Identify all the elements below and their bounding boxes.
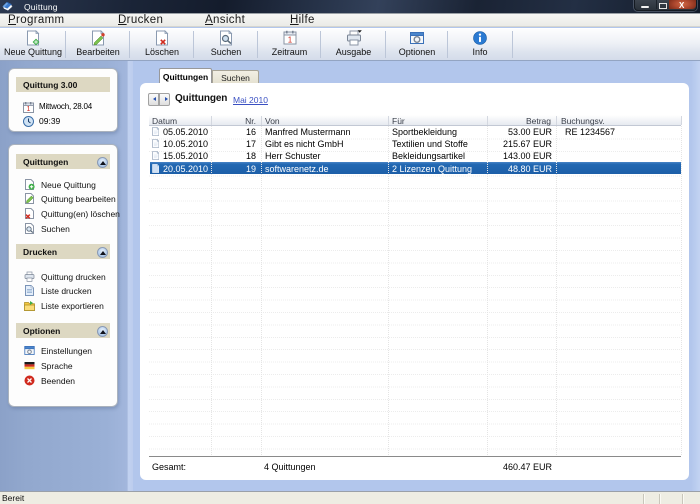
svg-text:1: 1 [287,36,292,45]
svg-text:1: 1 [27,106,31,113]
